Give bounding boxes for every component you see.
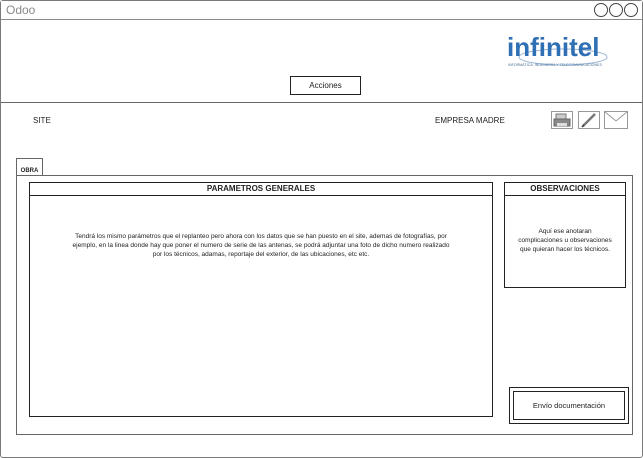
- observations-title: OBSERVACIONES: [504, 182, 626, 196]
- window-circle-icon[interactable]: [594, 3, 608, 17]
- mail-icon[interactable]: [604, 111, 628, 129]
- header-divider: [1, 102, 642, 103]
- brand-logo: infinitel INFORMÁTICA, INGENIERÍA Y TELE…: [505, 30, 615, 70]
- printer-icon[interactable]: [551, 111, 573, 129]
- site-label: SITE: [33, 116, 51, 125]
- observations-text: Aquí ese anotaran complicaciones u obser…: [506, 227, 624, 254]
- brand-tagline: INFORMÁTICA, INGENIERÍA Y TELECOMUNICACI…: [508, 63, 602, 67]
- general-line: por los técnicos, adamas, reportaje del …: [152, 251, 370, 258]
- window-circle-icon[interactable]: [624, 3, 638, 17]
- send-documentation-button[interactable]: Envío documentación: [509, 387, 629, 424]
- company-label: EMPRESA MADRE: [435, 116, 505, 125]
- window-circle-icon[interactable]: [609, 3, 623, 17]
- observations-line: que quieran hacer los técnicos.: [520, 246, 610, 253]
- general-params-panel: [29, 195, 493, 417]
- brand-name: infinitel: [507, 32, 599, 62]
- edit-icon[interactable]: [578, 111, 600, 129]
- title-bar: [1, 1, 642, 20]
- window-title: Odoo: [6, 3, 36, 17]
- observations-line: complicaciones u observaciones: [518, 237, 612, 244]
- actions-button[interactable]: Acciones: [290, 76, 361, 95]
- general-params-title: PARAMETROS GENERALES: [29, 182, 493, 196]
- tab-obra[interactable]: OBRA: [16, 158, 43, 176]
- send-documentation-label: Envío documentación: [513, 391, 625, 420]
- general-params-text: Tendrá los mismo parámetros que el repla…: [40, 232, 482, 259]
- general-line: ejemplo, en la linea donde hay que poner…: [72, 242, 450, 249]
- observations-line: Aquí ese anotaran: [538, 228, 592, 235]
- general-line: Tendrá los mismo parámetros que el repla…: [75, 233, 447, 240]
- brand-logo-graphic: infinitel INFORMÁTICA, INGENIERÍA Y TELE…: [507, 32, 608, 67]
